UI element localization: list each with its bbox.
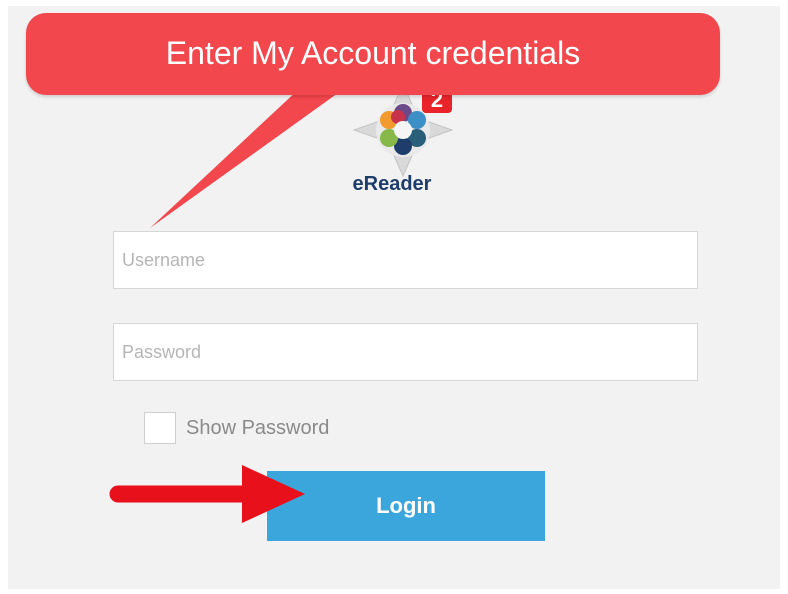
callout-tail bbox=[150, 88, 345, 228]
callout-banner: Enter My Account credentials bbox=[26, 13, 720, 95]
arrow-right-icon bbox=[109, 465, 305, 523]
